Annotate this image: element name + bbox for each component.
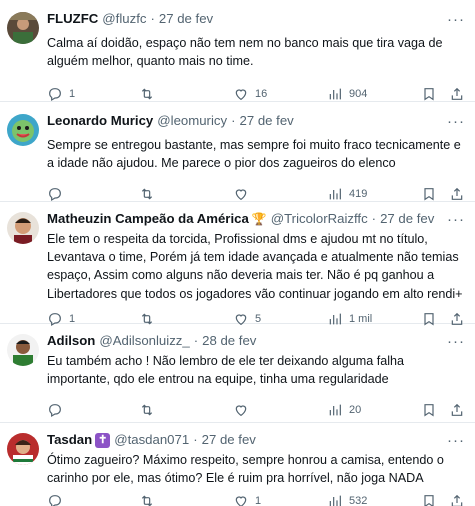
author-handle[interactable]: @tasdan071 bbox=[114, 431, 189, 449]
tweet-feed: FLUZFC @fluzfc · 27 de fev ··· Calma aí … bbox=[0, 0, 475, 506]
reply-icon bbox=[47, 493, 63, 506]
avatar[interactable] bbox=[7, 114, 39, 146]
tweet-text: Ele tem o respeita da torcida, Profissio… bbox=[47, 232, 463, 301]
avatar[interactable] bbox=[7, 433, 39, 465]
author-name[interactable]: Matheuzin Campeão da América bbox=[47, 210, 249, 228]
heart-icon bbox=[233, 493, 249, 506]
share-button[interactable] bbox=[449, 400, 465, 420]
view-count: 1 mil bbox=[349, 312, 373, 325]
heart-icon bbox=[233, 402, 249, 418]
reply-count: 1 bbox=[69, 312, 76, 325]
views-chart-icon bbox=[327, 493, 343, 506]
tweet[interactable]: Tasdan ✝ @tasdan071 · 27 de fev ··· Ótim… bbox=[0, 423, 475, 506]
bookmark-icon bbox=[421, 186, 437, 202]
tweet[interactable]: Matheuzin Campeão da América 🏆 @Tricolor… bbox=[0, 202, 475, 326]
more-horizontal-icon[interactable]: ··· bbox=[447, 12, 465, 27]
retweet-icon bbox=[139, 402, 155, 418]
retweet-icon bbox=[139, 186, 155, 202]
views-chart-icon bbox=[327, 402, 343, 418]
tweet-actions: 20 bbox=[47, 400, 465, 420]
view-count: 20 bbox=[349, 404, 362, 417]
separator-dot: · bbox=[193, 432, 198, 447]
bookmark-button[interactable] bbox=[421, 400, 437, 420]
tweet[interactable]: Adilson @Adilsonluizz_ · 28 de fev ··· E… bbox=[0, 324, 475, 423]
tweet[interactable]: Leonardo Muricy @leomuricy · 27 de fev ·… bbox=[0, 102, 475, 202]
tweet-text: Sempre se entregou bastante, mas sempre … bbox=[47, 138, 461, 171]
author-handle[interactable]: @leomuricy bbox=[157, 112, 227, 130]
author-name[interactable]: Adilson bbox=[47, 332, 95, 350]
avatar[interactable] bbox=[7, 212, 39, 244]
views-chart-icon bbox=[327, 86, 343, 102]
views-button[interactable]: 532 bbox=[327, 491, 367, 506]
tweet-header: Adilson @Adilsonluizz_ · 28 de fev bbox=[47, 332, 465, 350]
tweet[interactable]: FLUZFC @fluzfc · 27 de fev ··· Calma aí … bbox=[0, 0, 475, 102]
tweet-text: Ótimo zagueiro? Máximo respeito, sempre … bbox=[47, 453, 444, 486]
like-count: 16 bbox=[255, 88, 268, 101]
share-button[interactable] bbox=[449, 491, 465, 506]
separator-dot: · bbox=[371, 211, 377, 226]
share-icon bbox=[449, 186, 465, 202]
views-button[interactable]: 20 bbox=[327, 400, 361, 420]
avatar[interactable] bbox=[7, 334, 39, 366]
separator-dot: · bbox=[150, 11, 155, 26]
retweet-button[interactable] bbox=[139, 491, 161, 506]
reply-button[interactable] bbox=[47, 491, 69, 506]
view-count: 532 bbox=[349, 495, 368, 506]
share-icon bbox=[449, 493, 465, 506]
bookmark-icon bbox=[421, 402, 437, 418]
tweet-header: Tasdan ✝ @tasdan071 · 27 de fev bbox=[47, 431, 465, 449]
retweet-icon bbox=[139, 493, 155, 506]
tweet-text: Calma aí doidão, espaço não tem nem no b… bbox=[47, 36, 443, 69]
retweet-icon bbox=[139, 86, 155, 102]
reply-button[interactable] bbox=[47, 400, 69, 420]
trophy-icon: 🏆 bbox=[251, 212, 267, 226]
bookmark-icon bbox=[421, 86, 437, 102]
view-count: 904 bbox=[349, 88, 368, 101]
share-icon bbox=[449, 86, 465, 102]
author-handle[interactable]: @fluzfc bbox=[102, 10, 146, 28]
more-horizontal-icon[interactable]: ··· bbox=[447, 114, 465, 129]
author-name[interactable]: FLUZFC bbox=[47, 10, 98, 28]
reply-count: 1 bbox=[69, 88, 76, 101]
tweet-header: Matheuzin Campeão da América 🏆 @Tricolor… bbox=[47, 210, 465, 228]
tweet-header: FLUZFC @fluzfc · 27 de fev bbox=[47, 10, 465, 28]
tweet-date[interactable]: 27 de fev bbox=[239, 112, 293, 130]
retweet-button[interactable] bbox=[139, 400, 161, 420]
tweet-actions: 1 532 bbox=[47, 491, 465, 506]
separator-dot: · bbox=[193, 333, 199, 348]
view-count: 419 bbox=[349, 188, 368, 201]
author-handle[interactable]: @TricolorRaizffc bbox=[271, 210, 368, 228]
like-count: 1 bbox=[255, 495, 262, 506]
bookmark-icon bbox=[421, 493, 437, 506]
separator-dot: · bbox=[231, 113, 236, 128]
tweet-text: Eu também acho ! Não lembro de ele ter d… bbox=[47, 354, 405, 387]
like-count: 5 bbox=[255, 312, 262, 325]
tweet-date[interactable]: 27 de fev bbox=[159, 10, 213, 28]
latin-cross-icon: ✝ bbox=[95, 432, 111, 448]
author-name[interactable]: Leonardo Muricy bbox=[47, 112, 153, 130]
more-horizontal-icon[interactable]: ··· bbox=[447, 433, 465, 448]
bookmark-button[interactable] bbox=[421, 491, 437, 506]
reply-icon bbox=[47, 402, 63, 418]
views-chart-icon bbox=[327, 186, 343, 202]
share-icon bbox=[449, 402, 465, 418]
like-button[interactable]: 1 bbox=[233, 491, 261, 506]
tweet-date[interactable]: 27 de fev bbox=[380, 210, 434, 228]
tweet-header: Leonardo Muricy @leomuricy · 27 de fev bbox=[47, 112, 465, 130]
reply-icon bbox=[47, 186, 63, 202]
tweet-date[interactable]: 28 de fev bbox=[202, 332, 256, 350]
avatar[interactable] bbox=[7, 12, 39, 44]
author-handle[interactable]: @Adilsonluizz_ bbox=[99, 332, 189, 350]
like-button[interactable] bbox=[233, 400, 255, 420]
reply-icon bbox=[47, 86, 63, 102]
tweet-date[interactable]: 27 de fev bbox=[202, 431, 256, 449]
author-name[interactable]: Tasdan bbox=[47, 431, 92, 449]
heart-icon bbox=[233, 186, 249, 202]
heart-icon bbox=[233, 86, 249, 102]
more-horizontal-icon[interactable]: ··· bbox=[447, 334, 465, 349]
more-horizontal-icon[interactable]: ··· bbox=[447, 212, 465, 227]
